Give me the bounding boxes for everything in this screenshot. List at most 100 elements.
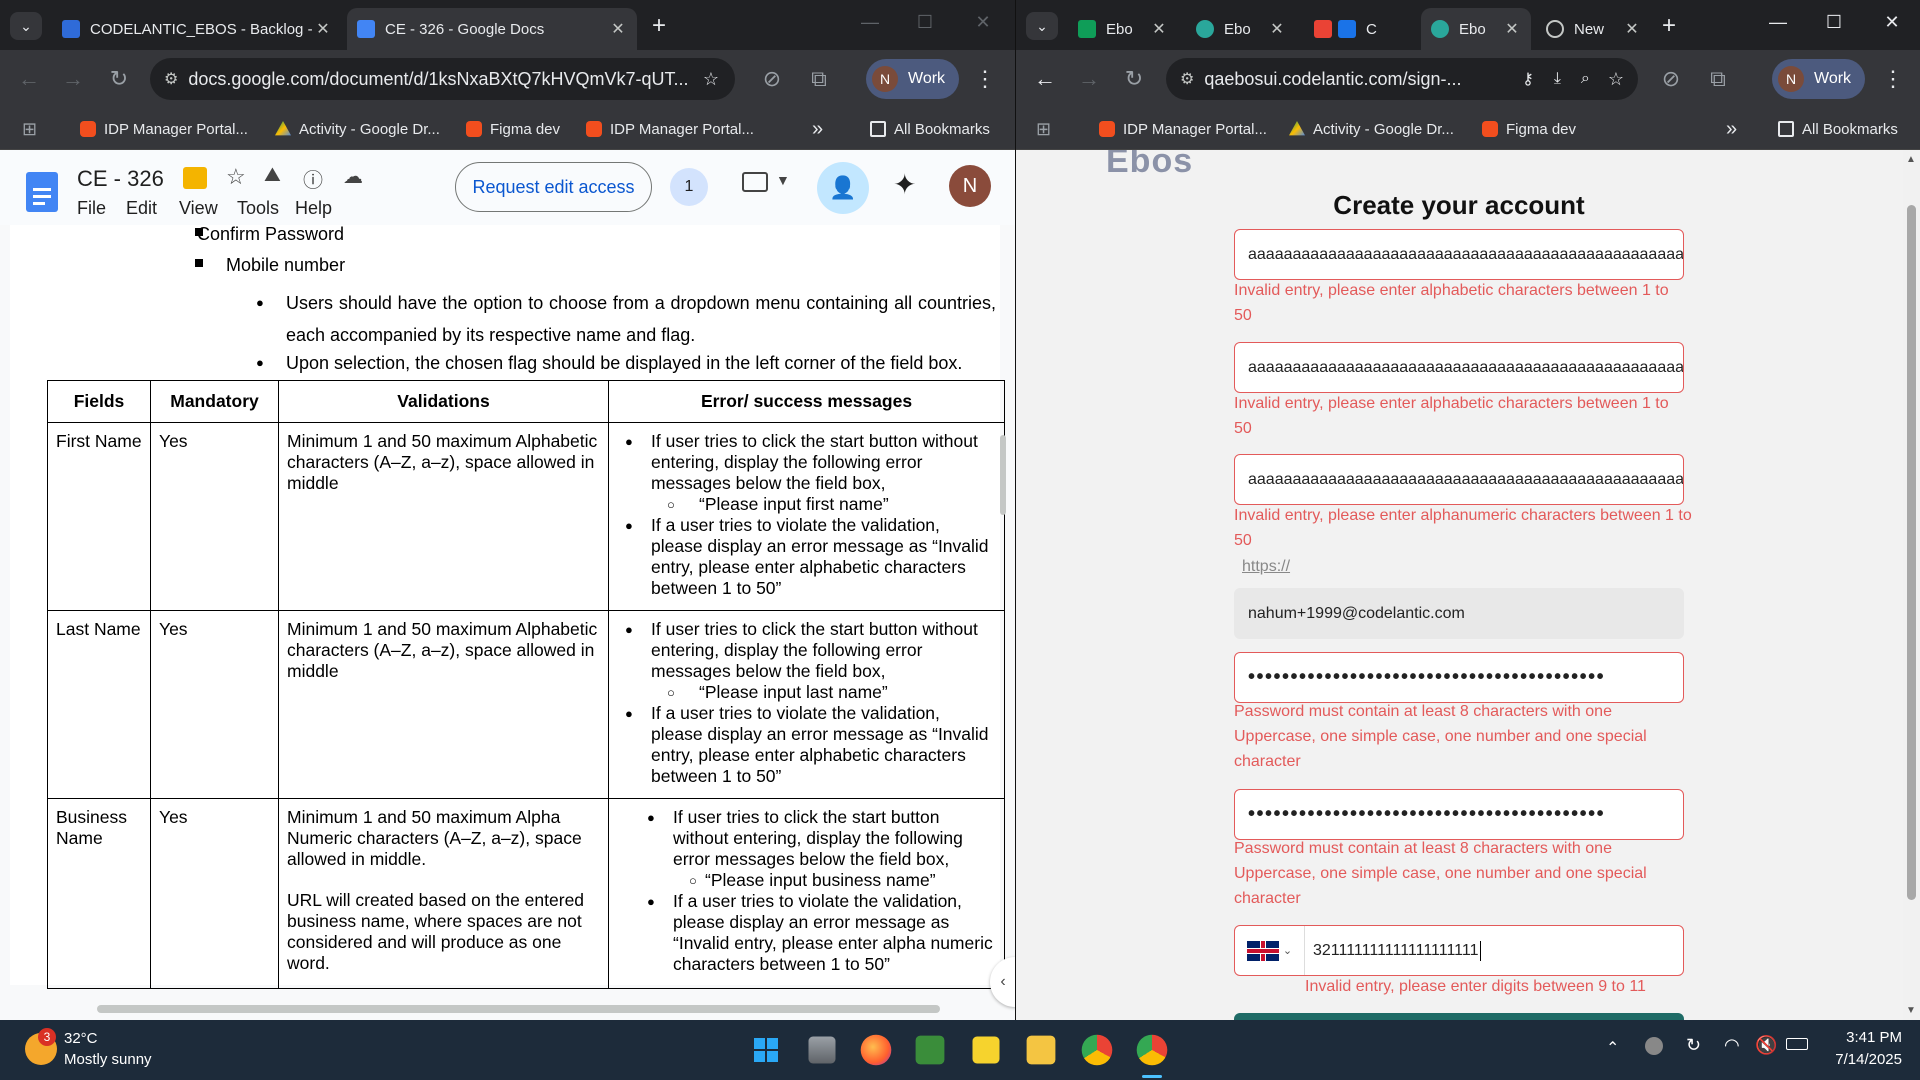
tab-google-docs[interactable]: CE - 326 - Google Docs ✕: [347, 8, 637, 50]
docs-logo-icon[interactable]: [26, 172, 58, 212]
more-bookmarks-icon[interactable]: »: [812, 116, 823, 142]
bookmark-item[interactable]: Figma dev: [1482, 116, 1576, 142]
close-icon[interactable]: ✕: [609, 19, 627, 39]
install-app-icon[interactable]: ⤓: [1554, 70, 1561, 88]
close-icon[interactable]: ✕: [1503, 19, 1521, 39]
vertical-scrollbar[interactable]: [1000, 435, 1006, 515]
tab-search-button[interactable]: ⌄: [10, 12, 42, 40]
task-view-icon[interactable]: [808, 1036, 836, 1064]
tab-search-button[interactable]: ⌄: [1026, 12, 1058, 40]
performance-icon[interactable]: ⊘: [757, 64, 787, 94]
menu-view[interactable]: View: [179, 198, 237, 219]
tab-sheets[interactable]: Ebo ✕: [1068, 8, 1178, 50]
tab-ebos-active[interactable]: Ebo ✕: [1421, 8, 1531, 50]
mobile-input[interactable]: 321111111111111111111: [1305, 942, 1479, 960]
minimize-button[interactable]: —: [1758, 12, 1798, 33]
password-input[interactable]: ••••••••••••••••••••••••••••••••••••••••…: [1234, 652, 1684, 703]
weather-temp[interactable]: 32°C: [64, 1030, 98, 1047]
move-to-drive-icon[interactable]: ⛰: [264, 164, 281, 187]
chrome-icon[interactable]: [1081, 1034, 1113, 1066]
wifi-icon[interactable]: ◠: [1724, 1035, 1740, 1056]
chevron-down-icon[interactable]: ▼: [776, 172, 790, 188]
apps-grid-icon[interactable]: ⊞: [22, 116, 37, 142]
menu-help[interactable]: Help: [295, 198, 332, 219]
bookmark-item[interactable]: Activity - Google Dr...: [275, 116, 440, 142]
volume-muted-icon[interactable]: 🔇: [1755, 1035, 1777, 1056]
close-window-button[interactable]: ✕: [1872, 12, 1912, 33]
maximize-button[interactable]: ☐: [905, 12, 945, 33]
close-window-button[interactable]: ✕: [963, 12, 1003, 33]
meet-icon[interactable]: [742, 172, 768, 192]
zoom-icon[interactable]: ⌕: [1581, 70, 1590, 88]
password-key-icon[interactable]: ⚷: [1522, 69, 1534, 89]
sync-icon[interactable]: ↻: [1686, 1035, 1701, 1056]
close-icon[interactable]: ✕: [314, 19, 332, 39]
clock-date[interactable]: 7/14/2025: [1812, 1051, 1902, 1068]
tab-new[interactable]: New ✕: [1536, 8, 1651, 50]
forward-button[interactable]: →: [58, 64, 88, 94]
menu-edit[interactable]: Edit: [126, 198, 179, 219]
bookmark-item[interactable]: Figma dev: [466, 116, 560, 142]
first-name-input[interactable]: aaaaaaaaaaaaaaaaaaaaaaaaaaaaaaaaaaaaaaaa…: [1234, 229, 1684, 280]
profile-button[interactable]: N Work: [866, 59, 960, 99]
tray-app-icon[interactable]: [1645, 1037, 1663, 1055]
start-button-icon[interactable]: [748, 1032, 784, 1068]
new-tab-button[interactable]: +: [1662, 12, 1676, 40]
bookmark-item[interactable]: IDP Manager Portal...: [80, 116, 248, 142]
firefox-icon[interactable]: [860, 1034, 892, 1066]
horizontal-scrollbar[interactable]: [97, 1005, 940, 1013]
profile-button[interactable]: N Work: [1772, 59, 1866, 99]
account-avatar[interactable]: N: [949, 165, 991, 207]
back-button[interactable]: ←: [1030, 64, 1060, 94]
tab-backlog[interactable]: CODELANTIC_EBOS - Backlog - ✕: [52, 8, 342, 50]
extensions-icon[interactable]: ⧉: [1703, 64, 1733, 94]
menu-tools[interactable]: Tools: [237, 198, 295, 219]
last-name-input[interactable]: aaaaaaaaaaaaaaaaaaaaaaaaaaaaaaaaaaaaaaaa…: [1234, 342, 1684, 393]
menu-kebab-icon[interactable]: ⋮: [1878, 64, 1908, 94]
chrome-profile-icon[interactable]: [1136, 1034, 1168, 1066]
email-input[interactable]: nahum+1999@codelantic.com: [1234, 588, 1684, 639]
address-bar[interactable]: ⚙ docs.google.com/document/d/1ksNxaBXtQ7…: [150, 58, 735, 100]
sticky-notes-icon[interactable]: [972, 1036, 1000, 1064]
new-tab-button[interactable]: +: [652, 12, 666, 40]
chevron-up-icon[interactable]: ⌃: [1606, 1038, 1619, 1058]
performance-icon[interactable]: ⊘: [1656, 64, 1686, 94]
close-icon[interactable]: ✕: [1268, 19, 1286, 39]
docs-badge-icon[interactable]: [183, 167, 207, 189]
bookmark-star-icon[interactable]: ☆: [703, 69, 719, 90]
viewers-count-badge[interactable]: 1: [670, 168, 708, 206]
page-scrollbar[interactable]: ▲ ▼: [1903, 150, 1920, 1020]
menu-file[interactable]: File: [77, 198, 126, 219]
all-bookmarks[interactable]: All Bookmarks: [870, 116, 990, 142]
more-bookmarks-icon[interactable]: »: [1726, 116, 1737, 142]
tab-ebos-1[interactable]: Ebo ✕: [1186, 8, 1296, 50]
star-icon[interactable]: ☆: [226, 164, 246, 190]
create-account-button[interactable]: [1234, 1013, 1684, 1020]
info-icon[interactable]: ⓘ: [303, 164, 323, 193]
close-icon[interactable]: ✕: [1623, 19, 1641, 39]
business-name-input[interactable]: aaaaaaaaaaaaaaaaaaaaaaaaaaaaaaaaaaaaaaaa…: [1234, 454, 1684, 505]
file-explorer-icon[interactable]: [1026, 1035, 1056, 1065]
document-title[interactable]: CE - 326: [77, 166, 164, 192]
all-bookmarks[interactable]: All Bookmarks: [1778, 116, 1898, 142]
share-add-person-icon[interactable]: 👤: [817, 162, 869, 214]
tab-gmail[interactable]: C: [1304, 8, 1419, 50]
country-selector[interactable]: ⌄: [1235, 926, 1305, 975]
apps-grid-icon[interactable]: ⊞: [1036, 116, 1051, 142]
back-button[interactable]: ←: [14, 64, 44, 94]
minimize-button[interactable]: —: [850, 12, 890, 33]
battery-icon[interactable]: [1786, 1038, 1808, 1050]
bookmark-star-icon[interactable]: ☆: [1608, 69, 1624, 90]
bookmark-item[interactable]: Activity - Google Dr...: [1289, 116, 1454, 142]
confirm-password-input[interactable]: ••••••••••••••••••••••••••••••••••••••••…: [1234, 789, 1684, 840]
maximize-button[interactable]: ☐: [1814, 12, 1854, 33]
reload-button[interactable]: ↻: [104, 64, 134, 94]
weather-desc[interactable]: Mostly sunny: [64, 1051, 152, 1068]
menu-kebab-icon[interactable]: ⋮: [970, 64, 1000, 94]
address-bar[interactable]: ⚙ qaebosui.codelantic.com/sign-... ⚷ ⤓ ⌕…: [1166, 58, 1638, 100]
site-info-icon[interactable]: ⚙: [164, 69, 178, 89]
site-info-icon[interactable]: ⚙: [1180, 69, 1194, 89]
forward-button[interactable]: →: [1074, 64, 1104, 94]
close-icon[interactable]: ✕: [1150, 19, 1168, 39]
bookmark-item[interactable]: IDP Manager Portal...: [586, 116, 754, 142]
